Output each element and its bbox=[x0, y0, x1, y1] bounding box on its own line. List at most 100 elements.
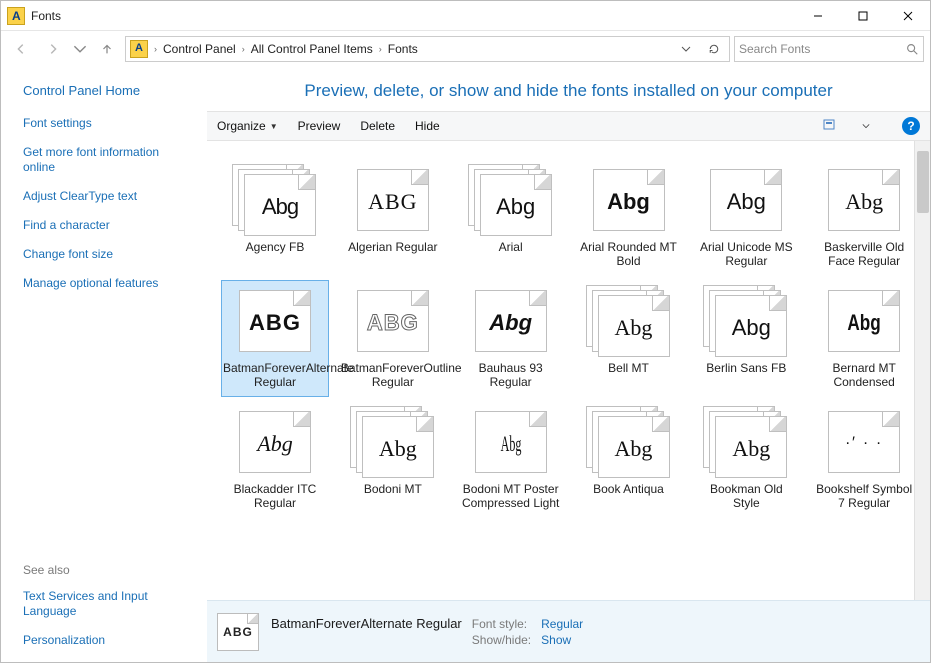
font-glyph: Abg bbox=[481, 194, 551, 220]
search-placeholder: Search Fonts bbox=[739, 42, 810, 56]
font-thumb: Abg bbox=[468, 406, 554, 478]
font-label: Berlin Sans FB bbox=[706, 361, 786, 375]
font-thumb: Abg bbox=[586, 406, 672, 478]
side-link-change-size[interactable]: Change font size bbox=[23, 247, 193, 262]
font-item[interactable]: Abg Bell MT bbox=[575, 280, 683, 397]
details-showhide-value[interactable]: Show bbox=[541, 633, 583, 647]
titlebar: Fonts bbox=[1, 1, 930, 31]
font-item[interactable]: ABGAlgerian Regular bbox=[339, 159, 447, 276]
font-item[interactable]: Abg Bodoni MT Poster Compressed Light bbox=[457, 401, 565, 518]
preview-button[interactable]: Preview bbox=[298, 119, 341, 133]
font-label: Bauhaus 93 Regular bbox=[460, 361, 562, 390]
font-label: Arial Rounded MT Bold bbox=[578, 240, 680, 269]
font-glyph: Abg bbox=[240, 431, 310, 457]
vertical-scrollbar[interactable] bbox=[914, 141, 930, 600]
font-label: BatmanForeverAlternate Regular bbox=[223, 361, 327, 390]
font-item[interactable]: AbgArial bbox=[457, 159, 565, 276]
font-label: Bodoni MT Poster Compressed Light bbox=[460, 482, 562, 511]
font-item[interactable]: Abg Arial Rounded MT Bold bbox=[575, 159, 683, 276]
back-button[interactable] bbox=[7, 35, 35, 63]
forward-button[interactable] bbox=[39, 35, 67, 63]
minimize-button[interactable] bbox=[795, 1, 840, 31]
see-also-personalization[interactable]: Personalization bbox=[23, 633, 193, 648]
control-panel-home-link[interactable]: Control Panel Home bbox=[23, 83, 193, 98]
font-thumb: Abg bbox=[703, 406, 789, 478]
font-item[interactable]: ∙′ ∙ ∙Bookshelf Symbol 7 Regular bbox=[810, 401, 918, 518]
font-item[interactable]: AbgArial Unicode MS Regular bbox=[692, 159, 800, 276]
font-glyph: Abg bbox=[716, 436, 786, 462]
details-name: BatmanForeverAlternate Regular bbox=[271, 616, 462, 631]
font-item[interactable]: ABG BatmanForeverAlternate Regular bbox=[221, 280, 329, 397]
font-thumb: Abg bbox=[703, 285, 789, 357]
side-link-optional-features[interactable]: Manage optional features bbox=[23, 276, 193, 291]
crumb[interactable]: Control Panel bbox=[163, 42, 236, 56]
up-button[interactable] bbox=[93, 35, 121, 63]
help-button[interactable]: ? bbox=[902, 117, 920, 135]
font-thumb: ∙′ ∙ ∙ bbox=[821, 406, 907, 478]
font-glyph: Abg bbox=[491, 431, 530, 457]
font-item[interactable]: AbgBodoni MT bbox=[339, 401, 447, 518]
font-thumb: Abg bbox=[232, 406, 318, 478]
font-thumb: Abg bbox=[586, 285, 672, 357]
font-item[interactable]: AbgBook Antiqua bbox=[575, 401, 683, 518]
font-thumb: Abg bbox=[821, 285, 907, 357]
font-thumb: Abg bbox=[703, 164, 789, 236]
font-glyph: Abg bbox=[363, 436, 433, 462]
font-item[interactable]: ABGBatmanForeverOutline Regular bbox=[339, 280, 447, 397]
font-label: Bernard MT Condensed bbox=[813, 361, 915, 390]
font-label: Blackadder ITC Regular bbox=[224, 482, 326, 511]
refresh-button[interactable] bbox=[703, 38, 725, 60]
recent-dropdown[interactable] bbox=[71, 35, 89, 63]
font-glyph: Abg bbox=[476, 310, 546, 336]
font-glyph: Abg bbox=[716, 315, 786, 341]
font-item[interactable]: Abg Bauhaus 93 Regular bbox=[457, 280, 565, 397]
side-link-more-info[interactable]: Get more font information online bbox=[23, 145, 193, 175]
font-glyph: Abg bbox=[711, 189, 781, 215]
font-thumb: ABG bbox=[350, 285, 436, 357]
content: Preview, delete, or show and hide the fo… bbox=[207, 67, 930, 662]
font-glyph: ∙′ ∙ ∙ bbox=[829, 434, 899, 452]
font-glyph: Abg bbox=[594, 189, 664, 215]
hide-button[interactable]: Hide bbox=[415, 119, 440, 133]
close-button[interactable] bbox=[885, 1, 930, 31]
maximize-button[interactable] bbox=[840, 1, 885, 31]
address-history-dropdown[interactable] bbox=[675, 38, 697, 60]
font-item[interactable]: AbgBaskerville Old Face Regular bbox=[810, 159, 918, 276]
search-icon bbox=[905, 42, 919, 56]
details-pane: ABG BatmanForeverAlternate Regular Font … bbox=[207, 600, 930, 662]
font-glyph: Abg bbox=[599, 436, 669, 462]
crumb[interactable]: All Control Panel Items bbox=[251, 42, 373, 56]
font-glyph: ABG bbox=[240, 310, 310, 336]
font-thumb: Abg bbox=[468, 164, 554, 236]
view-dropdown[interactable] bbox=[860, 117, 872, 135]
organize-menu[interactable]: Organize▼ bbox=[217, 119, 278, 133]
font-glyph: ABG bbox=[358, 310, 428, 336]
page-headline: Preview, delete, or show and hide the fo… bbox=[207, 67, 930, 111]
see-also-label: See also bbox=[23, 563, 193, 577]
delete-button[interactable]: Delete bbox=[360, 119, 395, 133]
address-bar[interactable]: › Control Panel › All Control Panel Item… bbox=[125, 36, 730, 62]
font-item[interactable]: Abg Bookman Old Style bbox=[692, 401, 800, 518]
crumb[interactable]: Fonts bbox=[388, 42, 418, 56]
side-link-find-character[interactable]: Find a character bbox=[23, 218, 193, 233]
search-input[interactable]: Search Fonts bbox=[734, 36, 924, 62]
font-thumb: Abg bbox=[232, 164, 318, 236]
details-style-label: Font style: bbox=[472, 617, 531, 631]
font-label: Bell MT bbox=[608, 361, 649, 375]
nav-row: › Control Panel › All Control Panel Item… bbox=[1, 31, 930, 67]
side-link-cleartype[interactable]: Adjust ClearType text bbox=[23, 189, 193, 204]
font-item[interactable]: Abg Berlin Sans FB bbox=[692, 280, 800, 397]
font-thumb: Abg bbox=[468, 285, 554, 357]
font-label: Bookman Old Style bbox=[695, 482, 797, 511]
location-icon bbox=[130, 40, 148, 58]
font-item[interactable]: AbgAgency FB bbox=[221, 159, 329, 276]
font-item[interactable]: Abg Blackadder ITC Regular bbox=[221, 401, 329, 518]
font-thumb: Abg bbox=[350, 406, 436, 478]
see-also-text-services[interactable]: Text Services and Input Language bbox=[23, 589, 193, 619]
font-item[interactable]: Abg Bernard MT Condensed bbox=[810, 280, 918, 397]
details-showhide-label: Show/hide: bbox=[472, 633, 531, 647]
side-link-font-settings[interactable]: Font settings bbox=[23, 116, 193, 131]
font-glyph: Abg bbox=[599, 315, 669, 341]
details-style-value[interactable]: Regular bbox=[541, 617, 583, 631]
view-options-button[interactable] bbox=[822, 117, 840, 135]
